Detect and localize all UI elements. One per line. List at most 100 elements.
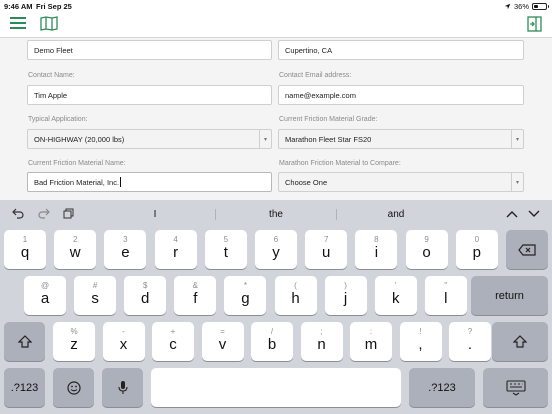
key-row2-4[interactable]: * g (224, 276, 267, 315)
key-char: u (322, 244, 331, 261)
suggestion-3[interactable]: and (370, 209, 422, 220)
return-key-label: return (495, 289, 524, 302)
backspace-key[interactable] (506, 230, 548, 269)
numbers-key-label: .?123 (10, 381, 39, 394)
key-alt-char: & (192, 281, 198, 290)
chevron-up-icon[interactable] (506, 210, 518, 218)
key-row3-3[interactable]: = v (201, 322, 244, 361)
key-row3-8[interactable]: ?. (449, 322, 491, 361)
key-row2-3[interactable]: & f (174, 276, 217, 315)
emoji-key[interactable] (53, 368, 94, 407)
key-char: i (374, 244, 379, 261)
key-row2-5[interactable]: (h (274, 276, 317, 315)
key-alt-char: 2 (72, 235, 78, 244)
key-alt-char: ? (467, 327, 473, 336)
key-char: l (444, 290, 448, 307)
key-alt-char: @ (40, 281, 50, 290)
key-row1-5[interactable]: 6y (255, 230, 297, 269)
compare-select[interactable]: Choose One ▾ (278, 172, 524, 192)
key-char: a (40, 290, 50, 307)
typical-application-label: Typical Application: (28, 116, 88, 123)
key-row3-0[interactable]: % z (53, 322, 95, 361)
key-row3-5[interactable]: ; n (300, 322, 343, 361)
location-value: Cupertino, CA (285, 45, 333, 55)
key-row2-8[interactable]: " l (424, 276, 467, 315)
sidebar-icon[interactable] (527, 16, 542, 32)
key-char: s (91, 290, 99, 307)
suggestion-2[interactable]: the (250, 209, 302, 220)
key-row1-0[interactable]: 1q (4, 230, 46, 269)
redo-icon[interactable] (38, 208, 50, 219)
key-alt-char: ! (419, 327, 422, 336)
key-row2-7[interactable]: ' k (374, 276, 417, 315)
key-row3-1[interactable]: -x (102, 322, 145, 361)
key-row2-0[interactable]: @ a (24, 276, 66, 315)
key-row3-4[interactable]: / b (251, 322, 293, 361)
key-row2-6[interactable]: ) j (324, 276, 367, 315)
key-alt-char: 8 (374, 235, 379, 244)
hide-keyboard-key[interactable] (483, 368, 548, 407)
contact-name-field[interactable]: Tim Apple (27, 85, 272, 105)
current-name-field[interactable]: Bad Friction Material, Inc. (27, 172, 272, 192)
key-char: k (391, 290, 400, 307)
dictation-key[interactable] (102, 368, 143, 407)
key-alt-char: 9 (424, 235, 429, 244)
keyboard-dismiss-icon (483, 368, 548, 407)
current-grade-label: Current Friction Material Grade: (279, 116, 378, 123)
contact-name-value: Tim Apple (34, 90, 68, 100)
suggestion-divider (336, 209, 337, 220)
undo-icon[interactable] (12, 208, 24, 219)
shift-icon (492, 322, 548, 361)
key-row3-2[interactable]: + c (152, 322, 194, 361)
key-row1-1[interactable]: 2w (54, 230, 97, 269)
status-bar: 9:46 AM Fri Sep 25 36% (0, 0, 552, 12)
key-alt-char: = (220, 327, 225, 336)
fleet-form: Demo Fleet Cupertino, CA Contact Name: C… (0, 38, 552, 200)
numbers-key-right[interactable]: .?123 (409, 368, 475, 407)
key-row1-8[interactable]: 9o (405, 230, 448, 269)
key-row1-7[interactable]: 8i (355, 230, 398, 269)
fleet-name-field[interactable]: Demo Fleet (27, 40, 272, 60)
map-icon[interactable] (40, 16, 58, 32)
key-char: e (121, 244, 130, 261)
key-row3-7[interactable]: !, (399, 322, 442, 361)
emoji-icon (53, 368, 94, 407)
key-row2-1[interactable]: # s (74, 276, 117, 315)
key-alt-char: 4 (173, 235, 178, 244)
key-row2-2[interactable]: $ d (124, 276, 167, 315)
key-row1-6[interactable]: 7u (305, 230, 348, 269)
numbers-key-left[interactable]: .?123 (4, 368, 45, 407)
status-date: Fri Sep 25 (36, 2, 72, 11)
key-char: g (241, 290, 250, 307)
key-row3-6[interactable]: :m (350, 322, 392, 361)
key-row1-4[interactable]: 5t (204, 230, 247, 269)
current-grade-value: Marathon Fleet Star FS20 (285, 134, 372, 144)
key-row1-2[interactable]: 3e (104, 230, 147, 269)
battery-percent: 36% (513, 1, 529, 11)
status-right: 36% (504, 1, 549, 11)
key-alt-char: 1 (22, 235, 28, 244)
chevron-down-icon[interactable] (528, 210, 540, 218)
suggestion-1[interactable]: I (130, 209, 180, 220)
key-row1-9[interactable]: 0p (455, 230, 498, 269)
paste-icon[interactable] (63, 208, 74, 219)
contact-email-field[interactable]: name@example.com (278, 85, 524, 105)
key-row1-3[interactable]: 4r (154, 230, 197, 269)
location-field[interactable]: Cupertino, CA (278, 40, 524, 60)
numbers-key-label: .?123 (428, 381, 456, 394)
suggestion-divider (215, 209, 216, 220)
typical-application-select[interactable]: ON-HIGHWAY (20,000 lbs) ▾ (27, 129, 272, 149)
key-char: f (193, 290, 198, 307)
shift-key-left[interactable] (4, 322, 45, 361)
shift-key-right[interactable] (492, 322, 548, 361)
chevron-down-icon: ▾ (511, 173, 523, 191)
key-char: q (20, 244, 30, 261)
space-bar[interactable] (151, 368, 401, 407)
key-alt-char: ' (394, 281, 397, 290)
key-alt-char: 6 (273, 235, 279, 244)
current-grade-select[interactable]: Marathon Fleet Star FS20 ▾ (278, 129, 524, 149)
location-icon (504, 3, 511, 10)
key-alt-char: ; (320, 327, 323, 336)
return-key[interactable]: return (471, 276, 548, 315)
list-icon[interactable] (10, 16, 26, 30)
